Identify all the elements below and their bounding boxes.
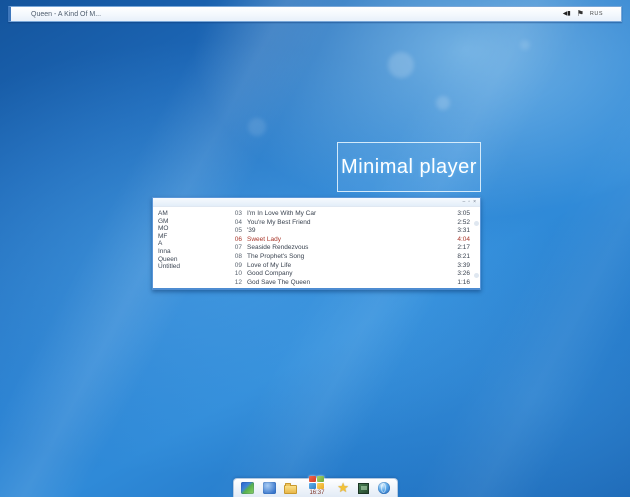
- track-title: The Prophet's Song: [247, 253, 446, 262]
- track-number: 04: [229, 219, 242, 228]
- track-title: I'm In Love With My Car: [247, 210, 446, 219]
- track-row[interactable]: 05 '39 3:31: [229, 227, 470, 236]
- flag-icon[interactable]: ⚑: [577, 10, 584, 18]
- track-row[interactable]: 08 The Prophet's Song 8:21: [229, 253, 470, 262]
- track-row[interactable]: 10 Good Company 3:26: [229, 270, 470, 279]
- track-duration: 3:26: [446, 270, 470, 279]
- language-indicator[interactable]: RUS: [590, 11, 603, 17]
- track-duration: 3:31: [446, 227, 470, 236]
- playlist-titlebar[interactable]: – ▫ ×: [153, 198, 480, 207]
- track-number: 10: [229, 270, 242, 279]
- artist-list: AM GM MO MF A Inna Queen Untitled: [153, 210, 229, 288]
- now-playing-title: Queen - A Kind Of M...: [31, 11, 563, 18]
- wallpaper-bokeh: [520, 40, 530, 50]
- artist-item[interactable]: A: [158, 240, 229, 248]
- artist-item[interactable]: MF: [158, 233, 229, 241]
- player-bar-controls: ◀▮ ⚑ RUS: [563, 10, 603, 18]
- wallpaper-bokeh: [248, 118, 266, 136]
- prev-track-icon[interactable]: ◀▮: [563, 11, 571, 17]
- playlist-content: AM GM MO MF A Inna Queen Untitled 03 I'm…: [153, 207, 480, 288]
- track-number: 12: [229, 279, 242, 288]
- playlist-window[interactable]: – ▫ × AM GM MO MF A Inna Queen Untitled …: [152, 197, 481, 290]
- track-row[interactable]: 12 God Save The Queen 1:16: [229, 279, 470, 288]
- wallpaper-bokeh: [388, 52, 414, 78]
- scrollbar[interactable]: [473, 211, 479, 284]
- favorites-star-icon[interactable]: ★: [337, 482, 350, 494]
- internet-globe-icon[interactable]: [378, 482, 390, 494]
- track-duration: 4:04: [446, 236, 470, 245]
- taskbar-dock[interactable]: 16:37 ★: [233, 478, 398, 497]
- track-row[interactable]: 03 I'm In Love With My Car 3:05: [229, 210, 470, 219]
- start-button[interactable]: 16:37: [306, 476, 328, 496]
- track-number: 03: [229, 210, 242, 219]
- track-title: God Save The Queen: [247, 279, 446, 288]
- player-title-bar[interactable]: Queen - A Kind Of M... ◀▮ ⚑ RUS: [8, 6, 622, 22]
- computer-icon[interactable]: [263, 482, 276, 494]
- artist-item[interactable]: Untitled: [158, 263, 229, 271]
- track-title: Love of My Life: [247, 262, 446, 271]
- minimal-player-label: Minimal player: [341, 156, 477, 179]
- track-number: 09: [229, 262, 242, 271]
- track-duration: 2:17: [446, 244, 470, 253]
- track-row[interactable]: 07 Seaside Rendezvous 2:17: [229, 244, 470, 253]
- artist-item[interactable]: AM: [158, 210, 229, 218]
- track-duration: 3:39: [446, 262, 470, 271]
- scroll-down-icon[interactable]: [474, 273, 479, 278]
- clock: 16:37: [309, 490, 324, 496]
- media-player-icon[interactable]: [241, 482, 254, 494]
- pictures-icon[interactable]: [358, 483, 369, 494]
- track-row[interactable]: 09 Love of My Life 3:39: [229, 262, 470, 271]
- track-title: '39: [247, 227, 446, 236]
- track-number: 06: [229, 236, 242, 245]
- windows-logo-icon[interactable]: [309, 476, 324, 489]
- artist-item[interactable]: Inna: [158, 248, 229, 256]
- artist-item[interactable]: GM: [158, 218, 229, 226]
- track-duration: 1:16: [446, 279, 470, 288]
- track-title: Good Company: [247, 270, 446, 279]
- track-title: Sweet Lady: [247, 236, 446, 245]
- folder-icon[interactable]: [284, 485, 297, 494]
- track-row-current[interactable]: 06 Sweet Lady 4:04: [229, 236, 470, 245]
- desktop-wallpaper: Queen - A Kind Of M... ◀▮ ⚑ RUS Minimal …: [0, 0, 630, 497]
- minimal-player-widget[interactable]: Minimal player: [337, 142, 481, 192]
- track-duration: 2:52: [446, 219, 470, 228]
- scroll-up-icon[interactable]: [474, 221, 479, 226]
- track-title: You're My Best Friend: [247, 219, 446, 228]
- track-row[interactable]: 04 You're My Best Friend 2:52: [229, 219, 470, 228]
- maximize-icon[interactable]: ▫: [468, 200, 470, 205]
- track-duration: 3:05: [446, 210, 470, 219]
- artist-item[interactable]: Queen: [158, 256, 229, 264]
- track-title: Seaside Rendezvous: [247, 244, 446, 253]
- close-icon[interactable]: ×: [473, 200, 476, 205]
- artist-item[interactable]: MO: [158, 225, 229, 233]
- track-number: 07: [229, 244, 242, 253]
- track-number: 08: [229, 253, 242, 262]
- minimize-icon[interactable]: –: [463, 200, 466, 205]
- track-duration: 8:21: [446, 253, 470, 262]
- track-number: 05: [229, 227, 242, 236]
- track-list: 03 I'm In Love With My Car 3:05 04 You'r…: [229, 210, 480, 288]
- wallpaper-bokeh: [436, 96, 450, 110]
